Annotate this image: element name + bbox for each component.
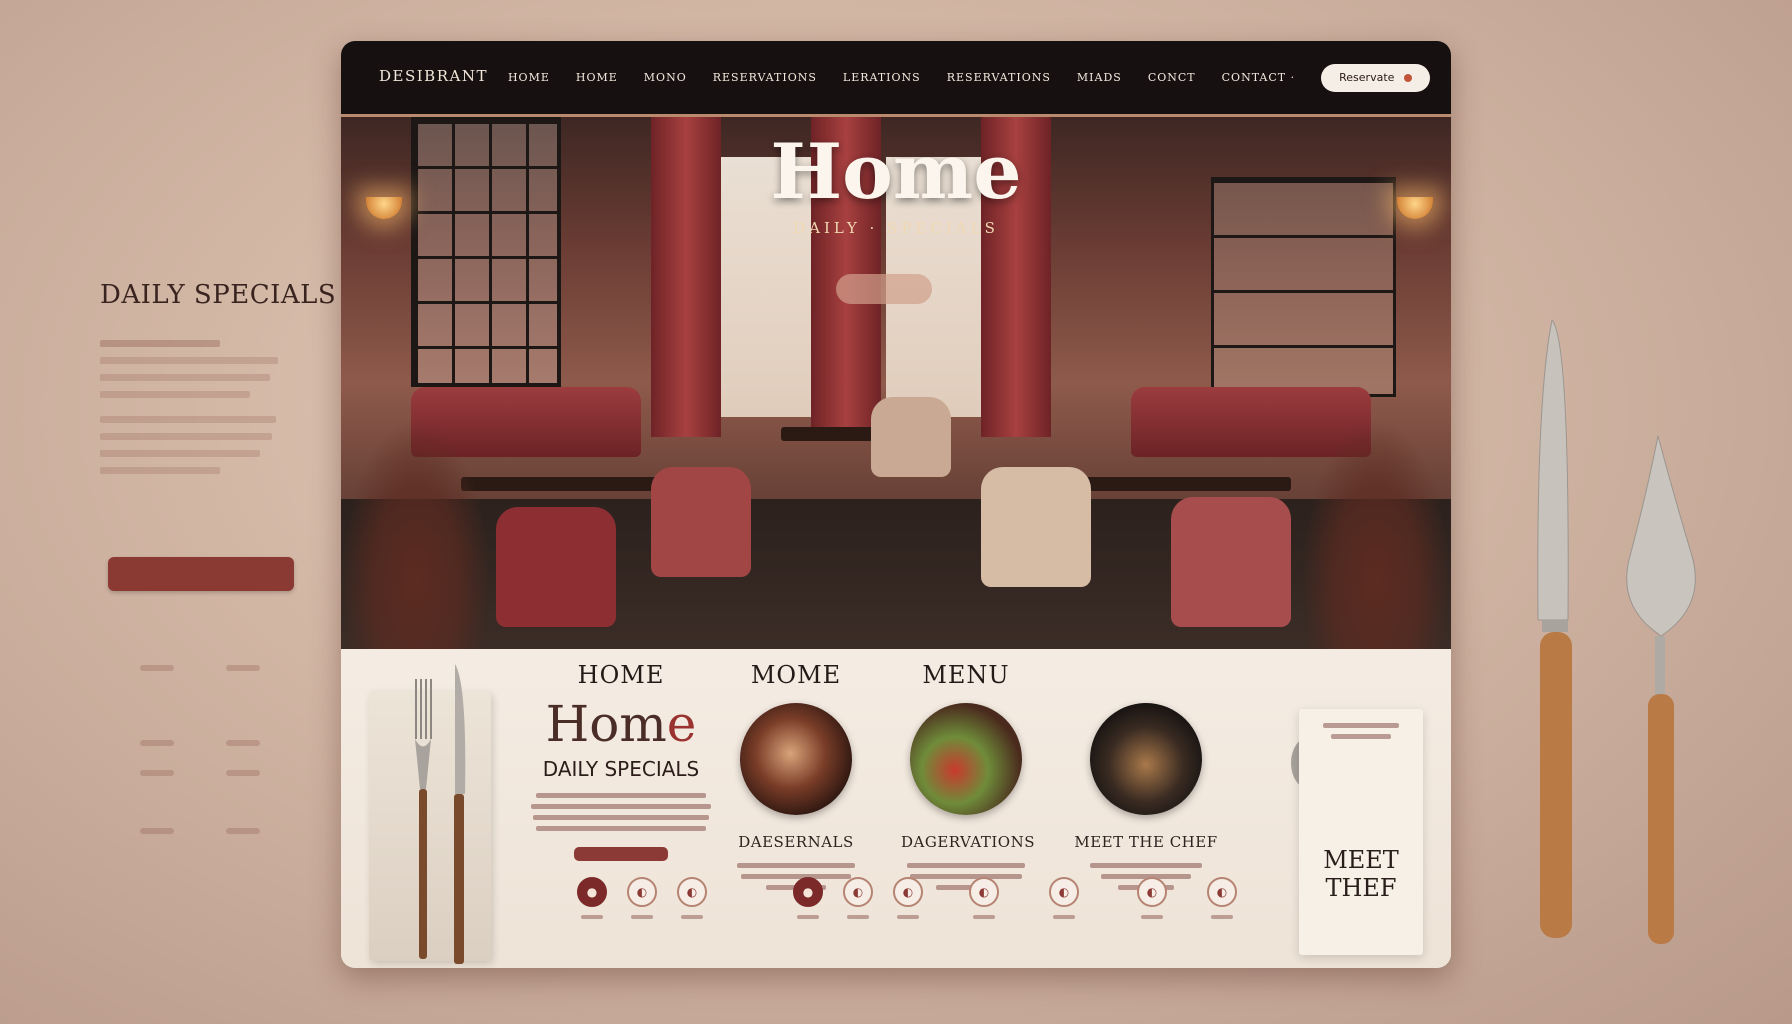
chair [651, 467, 751, 577]
circle-icon: ◐ [969, 877, 999, 907]
icon-group: ● ◐ ◐ [793, 877, 923, 919]
chair [871, 397, 951, 477]
nav-link-home-2[interactable]: HOME [576, 71, 618, 84]
features-section: HOME Home DAILY SPECIALS MOME DAESERNALS… [341, 649, 1451, 968]
column-big-title: Home [545, 695, 697, 753]
hero-subtitle: DAILY · SPECIALS [793, 219, 999, 237]
fork-icon [415, 679, 432, 959]
nav-link-reservations[interactable]: RESERVATIONS [713, 71, 817, 84]
plate-icon [1090, 703, 1202, 815]
plant [341, 419, 491, 649]
reserve-button[interactable]: Reservate [1321, 63, 1431, 92]
nav-links: HOME HOME MONO RESERVATIONS LERATIONS RE… [508, 71, 1321, 84]
meet-chef-card[interactable]: MEET THEF [1299, 709, 1423, 955]
left-dots-row [140, 740, 260, 750]
icon-item[interactable]: ● [793, 877, 823, 919]
text-block [531, 793, 711, 831]
left-reserve-button[interactable] [108, 557, 294, 591]
text-line [100, 357, 278, 364]
reserve-dot-icon [1404, 73, 1413, 82]
website-mockup: DESIBRANT HOME HOME MONO RESERVATIONS LE… [341, 41, 1451, 968]
column-heading: MENU [922, 661, 1010, 689]
chef-column: MEET THE CHEF [1071, 661, 1221, 890]
column-heading: MOME [750, 661, 842, 689]
text-line [100, 433, 272, 440]
home-column: HOME Home DAILY SPECIALS [521, 661, 721, 861]
circle-icon: ◐ [843, 877, 873, 907]
column-caption: DAGERVATIONS [901, 833, 1036, 851]
icon-item[interactable]: ◐ [1137, 877, 1167, 919]
nav-link-reservations-2[interactable]: RESERVATIONS [947, 71, 1051, 84]
column-heading: HOME [577, 661, 665, 689]
circle-icon: ◐ [627, 877, 657, 907]
icon-item[interactable]: ◐ [843, 877, 873, 919]
spoon-icon [1626, 436, 1696, 944]
text-line [100, 374, 270, 381]
left-specials-panel: DAILY SPECIALS [100, 280, 340, 834]
icon-item[interactable]: ◐ [969, 877, 999, 919]
text-line [100, 416, 276, 423]
plate-icon [910, 703, 1022, 815]
hero-title: Home [770, 127, 1022, 216]
mome-column: MOME DAESERNALS [731, 661, 861, 890]
circle-icon: ◐ [677, 877, 707, 907]
column-subtitle: DAILY SPECIALS [542, 757, 700, 781]
brand-logo[interactable]: DESIBRANT [379, 67, 488, 88]
menu-column: MENU DAGERVATIONS [901, 661, 1036, 890]
text-line [100, 467, 220, 474]
icon-group: ● ◐ ◐ [577, 877, 707, 919]
circle-icon: ◐ [1137, 877, 1167, 907]
nav-link-lerations[interactable]: LERATIONS [843, 71, 921, 84]
nav-link-conct[interactable]: CONCT [1148, 71, 1196, 84]
icon-item[interactable]: ● [577, 877, 607, 919]
left-dots-row [140, 828, 260, 838]
circle-icon: ● [577, 877, 607, 907]
icon-item[interactable]: ◐ [627, 877, 657, 919]
knife-icon [1537, 320, 1572, 938]
column-heading [1071, 661, 1221, 689]
plant [1301, 419, 1451, 649]
brand-name: DESIBRANT [379, 67, 488, 85]
chair [496, 507, 616, 627]
circle-icon: ◐ [1049, 877, 1079, 907]
icon-item[interactable]: ◐ [677, 877, 707, 919]
left-panel-title: DAILY SPECIALS [100, 280, 337, 310]
left-dots-row [140, 770, 260, 780]
icon-item[interactable]: ◐ [893, 877, 923, 919]
chair [1171, 497, 1291, 627]
nav-link-contact[interactable]: CONTACT · [1222, 71, 1296, 84]
chair [981, 467, 1091, 587]
icon-group: ◐ ◐ [969, 877, 1079, 919]
nav-link-home[interactable]: HOME [508, 71, 550, 84]
read-more-button[interactable] [574, 847, 668, 861]
text-line [100, 340, 220, 347]
text-line [100, 450, 260, 457]
icon-item[interactable]: ◐ [1207, 877, 1237, 919]
circle-icon: ◐ [893, 877, 923, 907]
chef-card-title: MEET THEF [1323, 846, 1399, 902]
column-caption: DAESERNALS [738, 833, 854, 851]
reserve-button-label: Reservate [1339, 71, 1395, 84]
hero-banner: Home DAILY · SPECIALS [341, 117, 1451, 649]
nav-link-miads[interactable]: MIADS [1077, 71, 1122, 84]
circle-icon: ◐ [1207, 877, 1237, 907]
icon-item[interactable]: ◐ [1049, 877, 1079, 919]
icon-group: ◐ ◐ [1137, 877, 1237, 919]
left-dots-row [140, 665, 260, 675]
plate-icon [740, 703, 852, 815]
text-block [1321, 723, 1401, 739]
column-caption: MEET THE CHEF [1074, 833, 1218, 851]
knife-icon [454, 664, 466, 964]
text-line [100, 391, 250, 398]
top-navbar: DESIBRANT HOME HOME MONO RESERVATIONS LE… [341, 41, 1451, 117]
nav-link-mono[interactable]: MONO [644, 71, 687, 84]
circle-icon: ● [793, 877, 823, 907]
hero-pill-button[interactable] [836, 274, 932, 304]
